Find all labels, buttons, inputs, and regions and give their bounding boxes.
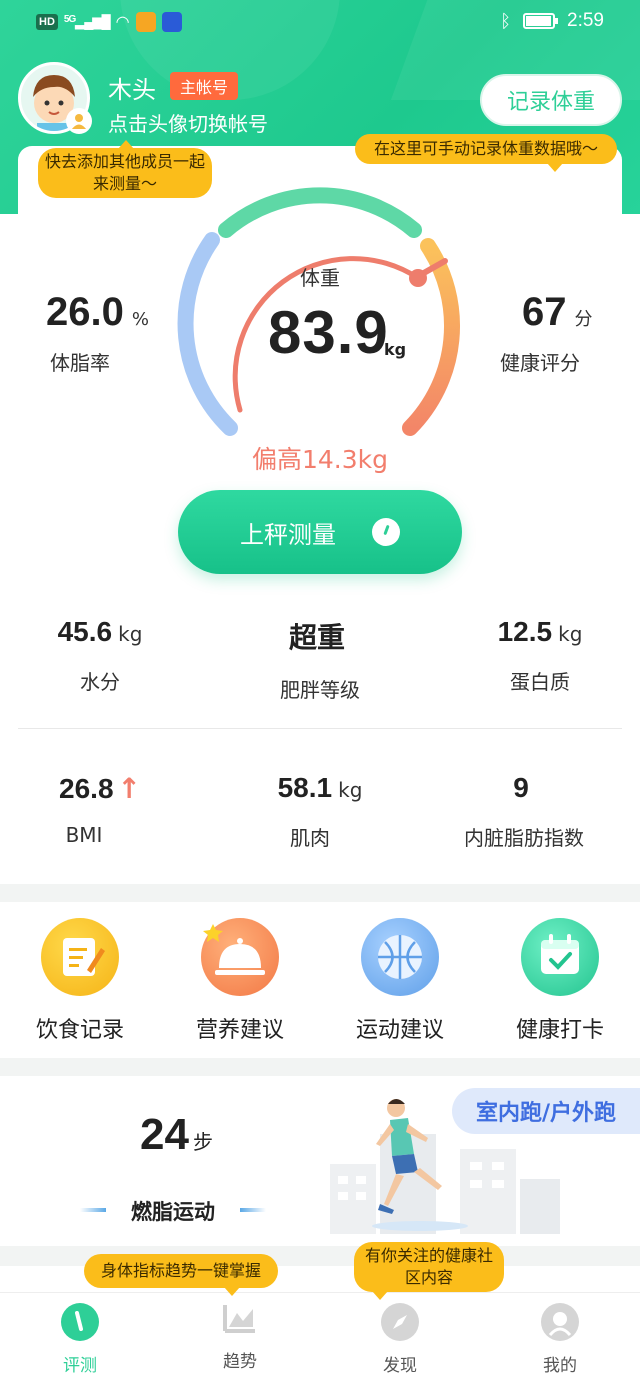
- signal-icon: 5G▂▄▆█: [63, 14, 111, 29]
- metric-unit: kg: [118, 622, 143, 646]
- metric-label: BMI: [65, 823, 103, 847]
- step-count-value: 24: [140, 1110, 189, 1159]
- metric-unit: kg: [558, 622, 583, 646]
- tab-mine[interactable]: 我的: [480, 1303, 640, 1376]
- metric-unit: kg: [338, 778, 363, 802]
- metric-protein[interactable]: 12.5 kg 蛋白质: [440, 616, 640, 695]
- body-fat-label: 体脂率: [50, 351, 110, 375]
- tab-label: 评测: [63, 1356, 97, 1376]
- measure-button[interactable]: 上秤测量: [178, 490, 462, 574]
- divider: [18, 728, 622, 729]
- tab-label: 发现: [383, 1356, 417, 1376]
- basketball-icon: [361, 918, 439, 996]
- weight-value: 83.9: [268, 299, 389, 366]
- health-score-stat[interactable]: 67 分 健康评分: [500, 290, 593, 376]
- trend-chart-icon: [221, 1299, 259, 1337]
- profile-icon: [541, 1303, 579, 1341]
- battery-level: [526, 16, 552, 26]
- tab-label: 我的: [543, 1356, 577, 1376]
- metric-label: 内脏脂肪指数: [464, 826, 584, 850]
- health-score-unit: 分: [574, 309, 593, 330]
- trend-tip[interactable]: 身体指标趋势一键掌握: [84, 1254, 278, 1296]
- notepad-icon: [41, 918, 119, 996]
- metric-label: 水分: [80, 670, 120, 694]
- metric-value: 超重: [288, 622, 345, 653]
- hd-indicator: HD: [36, 14, 58, 30]
- metric-value: 26.8: [59, 773, 114, 804]
- weight-unit: kg: [384, 340, 407, 359]
- action-exercise-advice[interactable]: 运动建议: [320, 918, 480, 1044]
- app-notification-icon: [161, 12, 182, 32]
- tab-trend[interactable]: 趋势: [160, 1299, 320, 1372]
- metric-bmi[interactable]: 26.8 ↑ BMI: [0, 772, 200, 847]
- body-fat-value: 26.0: [46, 290, 124, 334]
- action-health-checkin[interactable]: 健康打卡: [480, 918, 640, 1044]
- metric-value: 58.1: [277, 772, 333, 803]
- record-weight-button[interactable]: 记录体重: [480, 74, 622, 126]
- switch-account-icon[interactable]: [66, 108, 92, 134]
- step-count-unit: 步: [192, 1132, 213, 1154]
- metric-label: 蛋白质: [510, 670, 570, 694]
- main-account-badge: 主帐号: [170, 72, 239, 100]
- user-name: 木头: [108, 76, 156, 104]
- tab-label: 趋势: [223, 1352, 257, 1372]
- app-notification-icon: [135, 12, 156, 32]
- metric-label: 肌肉: [290, 826, 330, 850]
- tab-evaluate[interactable]: 评测: [0, 1303, 160, 1376]
- section-gap: [0, 1058, 640, 1076]
- bottom-tab-bar: 评测 趋势 发现 我的: [0, 1292, 640, 1387]
- body-fat-unit: %: [131, 309, 149, 330]
- dish-cloche-icon: [201, 918, 279, 996]
- metric-label: 肥胖等级: [280, 678, 360, 702]
- battery-icon: [523, 13, 559, 29]
- action-label: 健康打卡: [515, 1018, 604, 1043]
- health-score-label: 健康评分: [500, 351, 580, 375]
- arrow-up-icon: ↑: [117, 772, 141, 805]
- record-weight-tip[interactable]: 在这里可手动记录体重数据哦～: [355, 134, 617, 172]
- run-mode-tag[interactable]: 室内跑/户外跑: [452, 1088, 640, 1134]
- body-fat-stat[interactable]: 26.0% 体脂率: [46, 290, 149, 376]
- compass-icon: [381, 1303, 419, 1341]
- step-count: 24 步: [140, 1110, 213, 1160]
- switch-account-hint[interactable]: 点击头像切换帐号: [108, 108, 268, 137]
- action-label: 运动建议: [355, 1018, 444, 1043]
- gauge-segment-normal: [218, 187, 422, 238]
- weight-over-text: 偏高14.3kg: [251, 445, 388, 474]
- section-gap: [0, 884, 640, 902]
- action-label: 饮食记录: [35, 1018, 124, 1043]
- community-tip[interactable]: 有你关注的健康社区内容: [354, 1242, 504, 1300]
- scale-dial-icon: [372, 518, 400, 546]
- calendar-check-icon: [521, 918, 599, 996]
- bluetooth-icon: ᛒ: [500, 10, 512, 31]
- wifi-icon: ◠: [115, 14, 130, 31]
- metric-value: 9: [513, 772, 529, 803]
- metric-water[interactable]: 45.6 kg 水分: [0, 616, 200, 695]
- health-score-value: 67: [522, 290, 567, 334]
- metric-visceral-fat[interactable]: 9 内脏脂肪指数: [424, 772, 624, 851]
- status-bar: HD 5G▂▄▆█ ◠ ᛒ 2:59: [0, 0, 640, 48]
- measure-button-label: 上秤测量: [240, 520, 336, 549]
- weight-label: 体重: [300, 266, 340, 290]
- network-type: 5G: [63, 14, 76, 25]
- clock: 2:59: [567, 10, 604, 31]
- tab-discover[interactable]: 发现: [320, 1303, 480, 1376]
- gauge-icon: [61, 1303, 99, 1341]
- action-diet-record[interactable]: 饮食记录: [0, 918, 160, 1044]
- quick-actions: 饮食记录 营养建议 运动建议 健康打卡: [0, 902, 640, 1058]
- metric-obesity-level[interactable]: 超重 肥胖等级: [220, 616, 420, 703]
- fat-burning-label: 燃脂运动: [80, 1196, 266, 1226]
- action-nutrition-advice[interactable]: 营养建议: [160, 918, 320, 1044]
- metric-muscle[interactable]: 58.1 kg 肌肉: [220, 772, 420, 851]
- metric-value: 12.5: [497, 616, 553, 647]
- metric-value: 45.6: [57, 616, 113, 647]
- action-label: 营养建议: [195, 1018, 284, 1043]
